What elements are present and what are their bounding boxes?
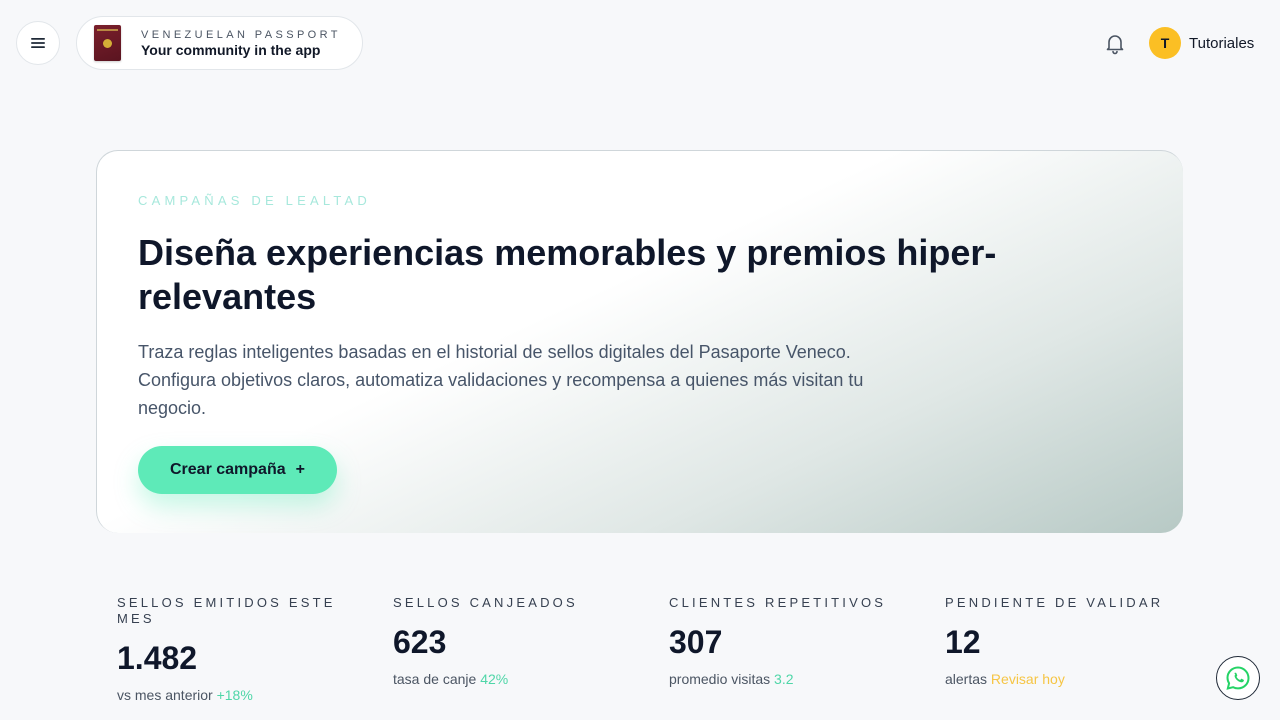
stat-value: 1.482 bbox=[117, 640, 198, 676]
hero-title: Diseña experiencias memorables y premios… bbox=[138, 232, 997, 317]
bell-icon[interactable] bbox=[1103, 31, 1127, 55]
stat-change: 42% bbox=[480, 671, 509, 687]
stat-label: PENDIENTE DE VALIDAR bbox=[945, 595, 1164, 610]
stat-stamps-issued: SELLOS EMITIDOS ESTE MES 1.482 vs mes an… bbox=[117, 595, 357, 703]
stat-sub: alertas Revisar hoy bbox=[945, 671, 1065, 687]
hero-kicker: CAMPAÑAS DE LEALTAD bbox=[138, 193, 371, 208]
create-campaign-button[interactable]: Crear campaña + bbox=[138, 446, 337, 494]
stat-value: 623 bbox=[393, 624, 447, 660]
plus-icon: + bbox=[295, 461, 305, 478]
stat-change: +18% bbox=[216, 687, 253, 703]
whatsapp-button[interactable] bbox=[1216, 656, 1260, 700]
whatsapp-icon bbox=[1226, 666, 1250, 690]
user-name: Tutoriales bbox=[1189, 34, 1255, 52]
brand-title: Your community in the app bbox=[141, 41, 321, 58]
user-menu[interactable]: T Tutoriales bbox=[1149, 27, 1254, 59]
passport-icon bbox=[94, 25, 121, 61]
hero-description: Traza reglas inteligentes basadas en el … bbox=[138, 342, 864, 418]
create-campaign-label: Crear campaña bbox=[170, 461, 286, 478]
hamburger-menu-icon bbox=[31, 38, 45, 48]
review-today-link[interactable]: Revisar hoy bbox=[991, 671, 1065, 687]
avatar: T bbox=[1149, 27, 1181, 59]
stat-repeat-customers: CLIENTES REPETITIVOS 307 promedio visita… bbox=[669, 595, 909, 687]
brand-pill[interactable]: VENEZUELAN PASSPORT Your community in th… bbox=[76, 16, 363, 70]
stat-label: SELLOS EMITIDOS ESTE MES bbox=[117, 595, 336, 626]
stat-sub: tasa de canje 42% bbox=[393, 671, 509, 687]
stat-label: CLIENTES REPETITIVOS bbox=[669, 595, 887, 610]
stat-change: 3.2 bbox=[774, 671, 794, 687]
hero-card: CAMPAÑAS DE LEALTAD Diseña experiencias … bbox=[96, 150, 1183, 533]
stat-pending-validation: PENDIENTE DE VALIDAR 12 alertas Revisar … bbox=[945, 595, 1185, 687]
stat-value: 307 bbox=[669, 624, 723, 660]
stat-value: 12 bbox=[945, 624, 981, 660]
brand-kicker: VENEZUELAN PASSPORT bbox=[141, 28, 341, 41]
stat-label: SELLOS CANJEADOS bbox=[393, 595, 578, 610]
menu-button[interactable] bbox=[16, 21, 60, 65]
stat-sub: promedio visitas 3.2 bbox=[669, 671, 794, 687]
stat-stamps-redeemed: SELLOS CANJEADOS 623 tasa de canje 42% bbox=[393, 595, 633, 687]
stat-sub: vs mes anterior +18% bbox=[117, 687, 253, 703]
